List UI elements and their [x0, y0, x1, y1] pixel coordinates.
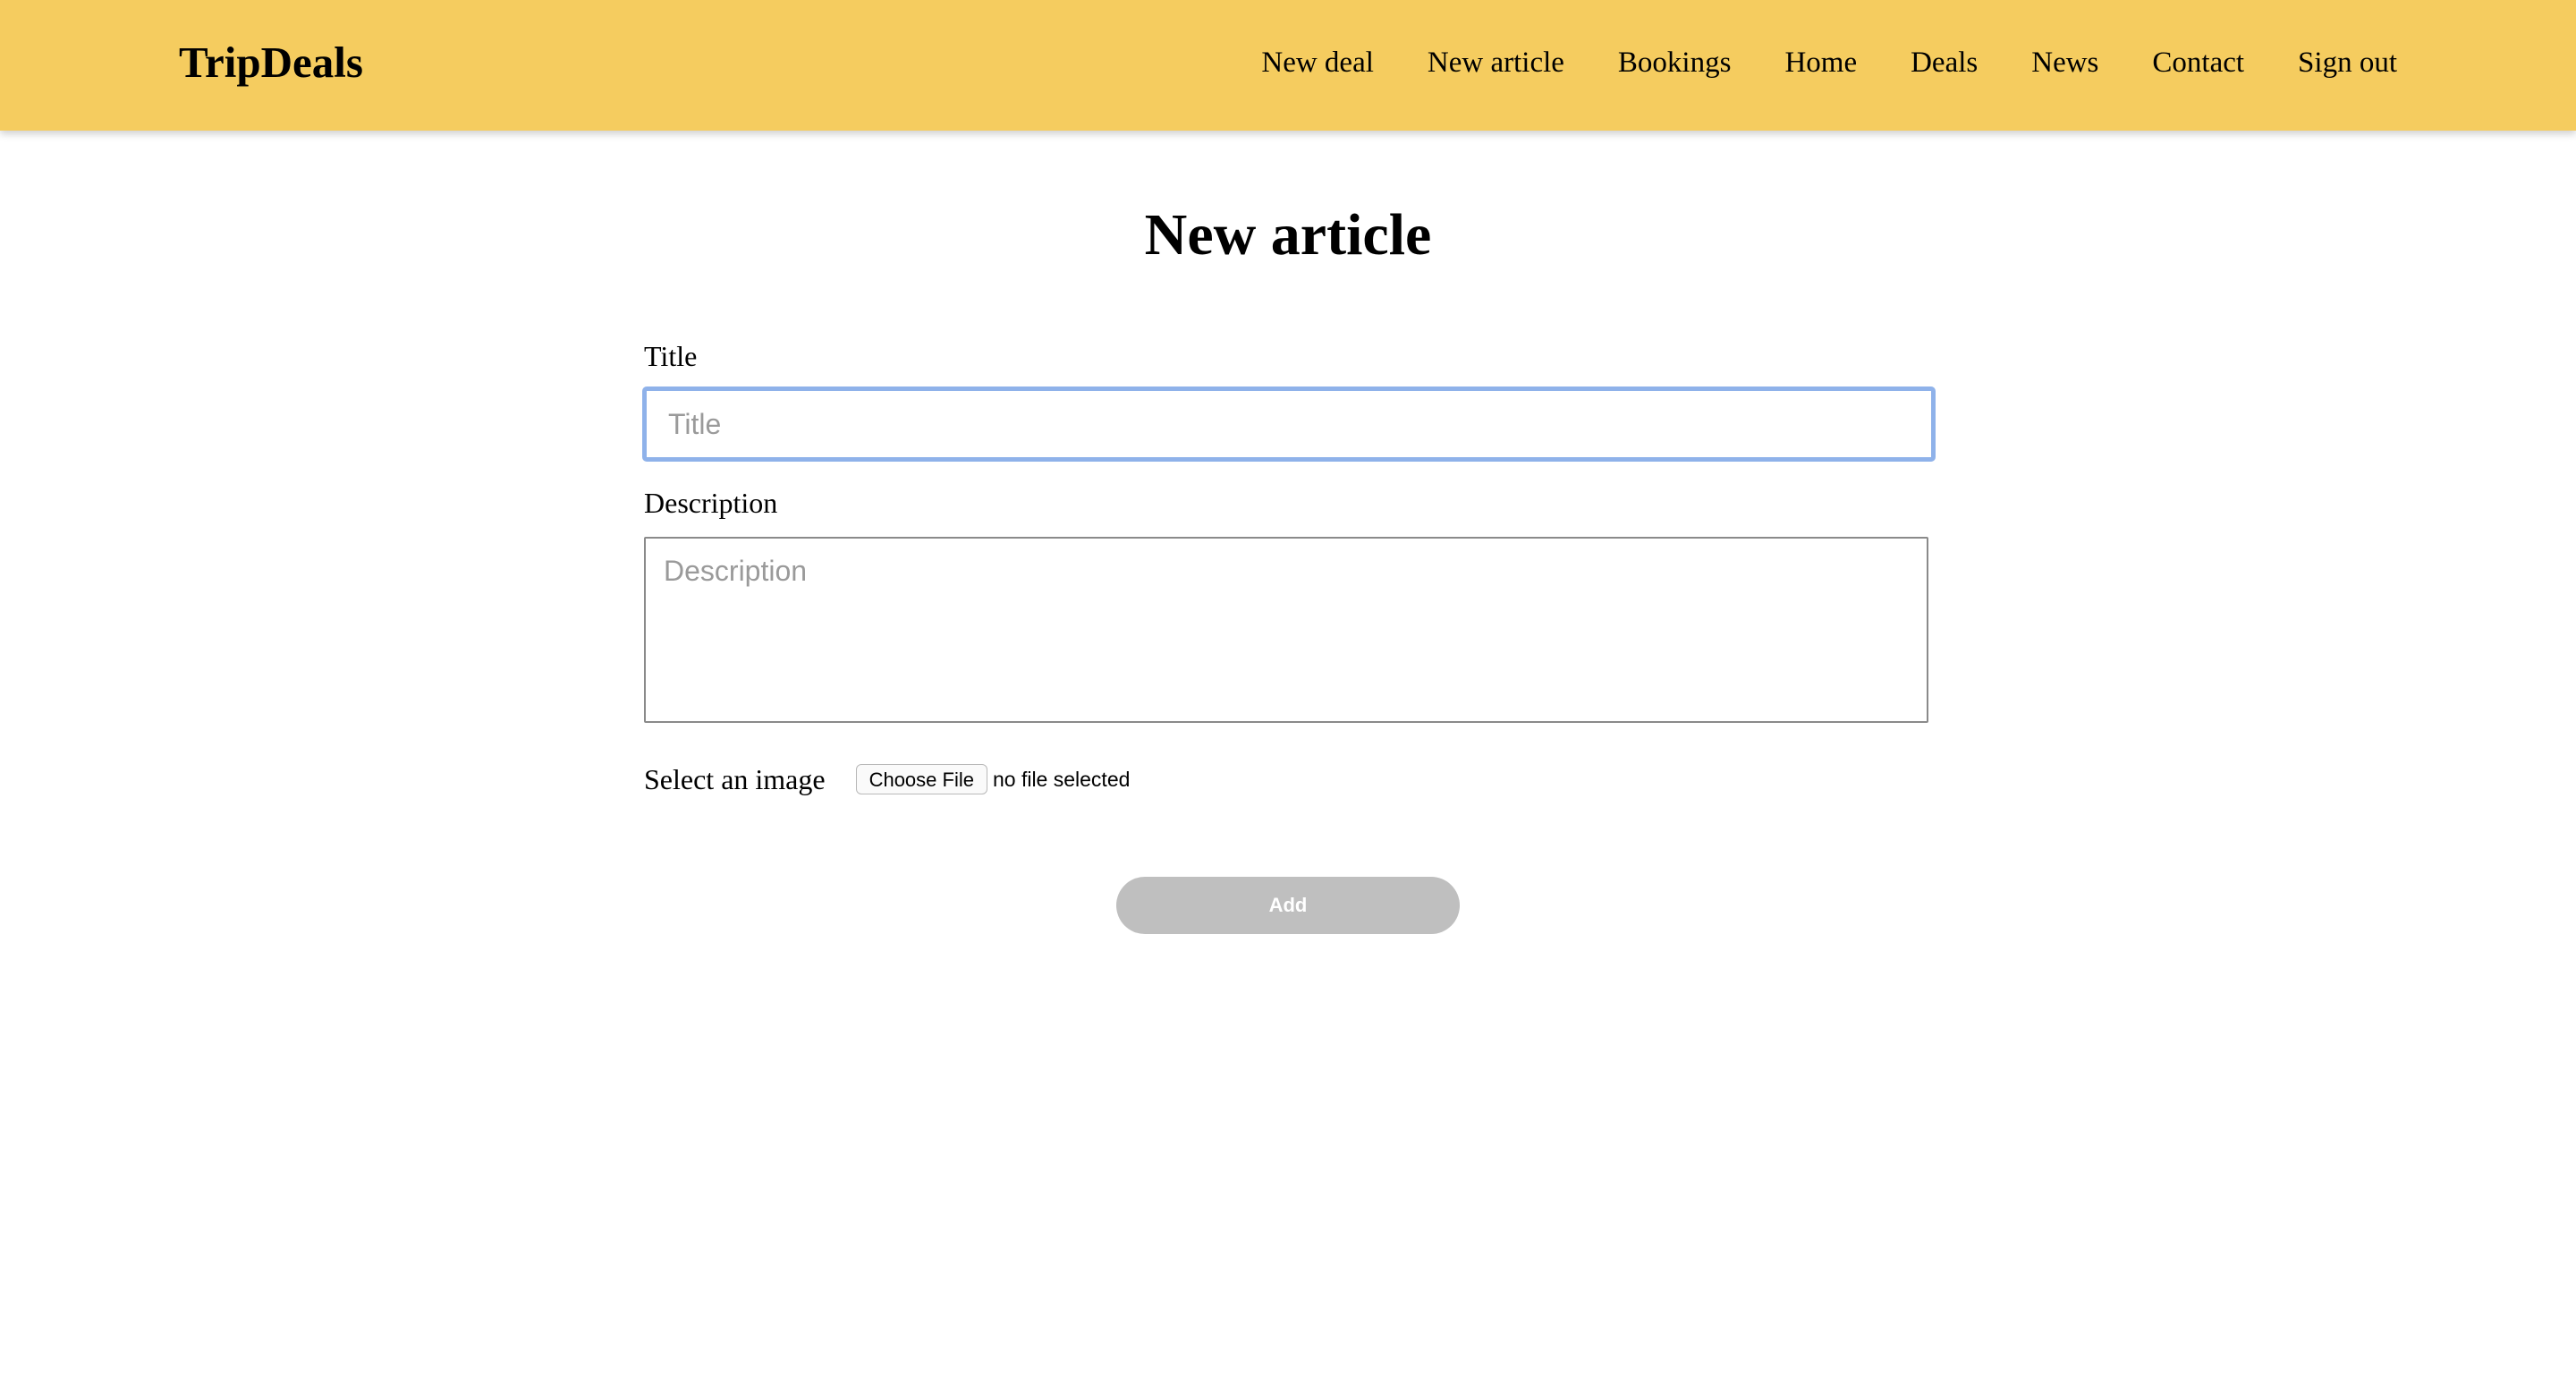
- file-status-text: no file selected: [992, 767, 1131, 791]
- description-label: Description: [644, 487, 778, 519]
- nav-item-new-article[interactable]: New article: [1428, 47, 1564, 80]
- brand-logo[interactable]: TripDeals: [179, 32, 363, 93]
- add-button[interactable]: Add: [1116, 877, 1460, 934]
- nav-item-bookings[interactable]: Bookings: [1618, 47, 1732, 80]
- choose-file-button[interactable]: Choose File: [855, 764, 987, 794]
- nav-item-news[interactable]: News: [2031, 47, 2098, 80]
- page-title: New article: [1144, 202, 1432, 268]
- nav-item-sign-out[interactable]: Sign out: [2298, 47, 2397, 80]
- image-select-row: Select an image Choose File no file sele…: [644, 757, 1130, 802]
- nav-item-new-deal[interactable]: New deal: [1261, 47, 1374, 80]
- nav-item-contact[interactable]: Contact: [2152, 47, 2244, 80]
- page: TripDeals New deal New article Bookings …: [0, 0, 2576, 1376]
- title-label: Title: [644, 340, 698, 372]
- title-input[interactable]: [642, 386, 1936, 462]
- image-label: Select an image: [644, 762, 826, 795]
- top-navbar: TripDeals New deal New article Bookings …: [0, 0, 2576, 131]
- nav-item-home[interactable]: Home: [1784, 47, 1857, 80]
- description-textarea[interactable]: [644, 537, 1928, 723]
- nav-item-deals[interactable]: Deals: [1911, 47, 1978, 80]
- main-nav: New deal New article Bookings Home Deals…: [1261, 0, 2397, 125]
